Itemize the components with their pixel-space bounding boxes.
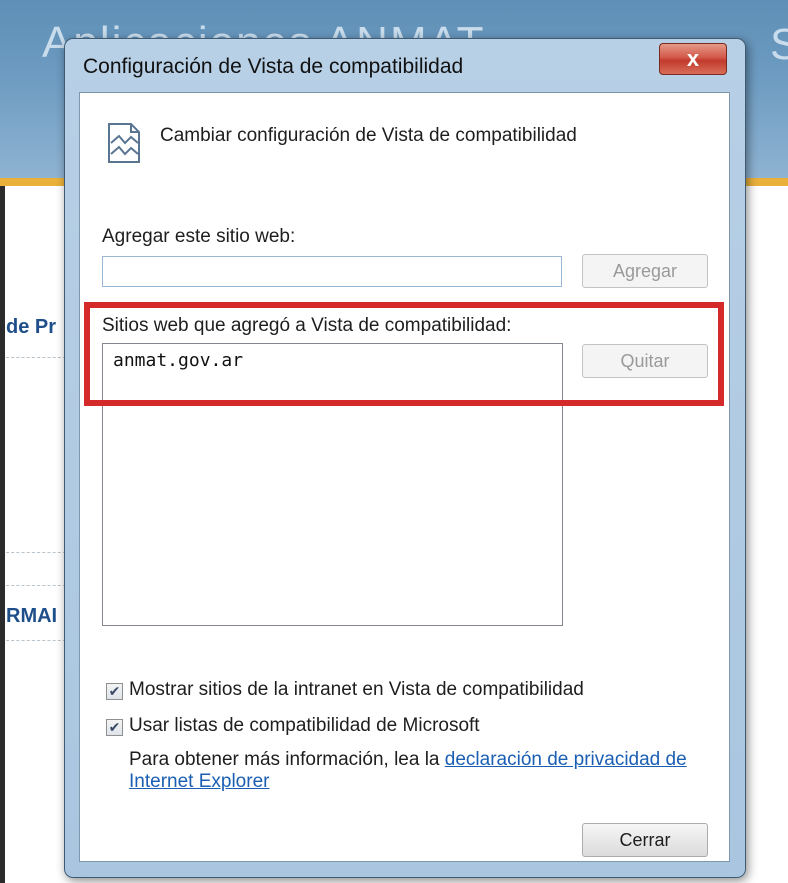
privacy-statement-link-continued[interactable]: Internet Explorer xyxy=(129,771,269,792)
page-left-border xyxy=(0,186,5,883)
close-window-button[interactable]: x xyxy=(659,43,727,75)
checkmark-icon: ✔ xyxy=(108,683,121,699)
highlight-annotation xyxy=(84,302,724,406)
background-divider xyxy=(6,357,66,358)
compatibility-view-dialog: Configuración de Vista de compatibilidad… xyxy=(64,38,746,878)
privacy-statement-link[interactable]: declaración de privacidad de xyxy=(445,749,687,770)
close-icon: x xyxy=(686,46,700,71)
background-text-fragment: RMAI xyxy=(6,605,58,627)
checkmark-icon: ✔ xyxy=(108,719,121,735)
microsoft-lists-checkbox[interactable]: ✔ xyxy=(106,719,123,736)
privacy-info-prefix: Para obtener más información, lea la xyxy=(129,749,445,770)
background-divider xyxy=(6,552,66,553)
site-title-right-fragment: S xyxy=(770,20,788,69)
background-divider xyxy=(6,585,66,586)
compatibility-view-icon xyxy=(108,123,140,163)
add-button[interactable]: Agregar xyxy=(582,254,708,288)
add-site-input[interactable] xyxy=(102,256,562,287)
background-text-fragment: de Pr xyxy=(6,316,57,338)
dialog-content: Cambiar configuración de Vista de compat… xyxy=(79,92,730,862)
privacy-info-text-line2: Internet Explorer xyxy=(129,771,269,793)
privacy-info-text: Para obtener más información, lea la dec… xyxy=(129,749,687,771)
add-site-label: Agregar este sitio web: xyxy=(102,226,296,247)
microsoft-lists-checkbox-label[interactable]: Usar listas de compatibilidad de Microso… xyxy=(129,715,480,737)
intranet-checkbox[interactable]: ✔ xyxy=(106,683,123,700)
close-button[interactable]: Cerrar xyxy=(582,823,708,857)
dialog-title: Configuración de Vista de compatibilidad xyxy=(83,55,464,78)
background-divider xyxy=(6,640,66,641)
intranet-checkbox-label[interactable]: Mostrar sitios de la intranet en Vista d… xyxy=(129,679,584,701)
dialog-titlebar[interactable]: Configuración de Vista de compatibilidad… xyxy=(65,39,745,91)
dialog-header-text: Cambiar configuración de Vista de compat… xyxy=(160,125,577,146)
